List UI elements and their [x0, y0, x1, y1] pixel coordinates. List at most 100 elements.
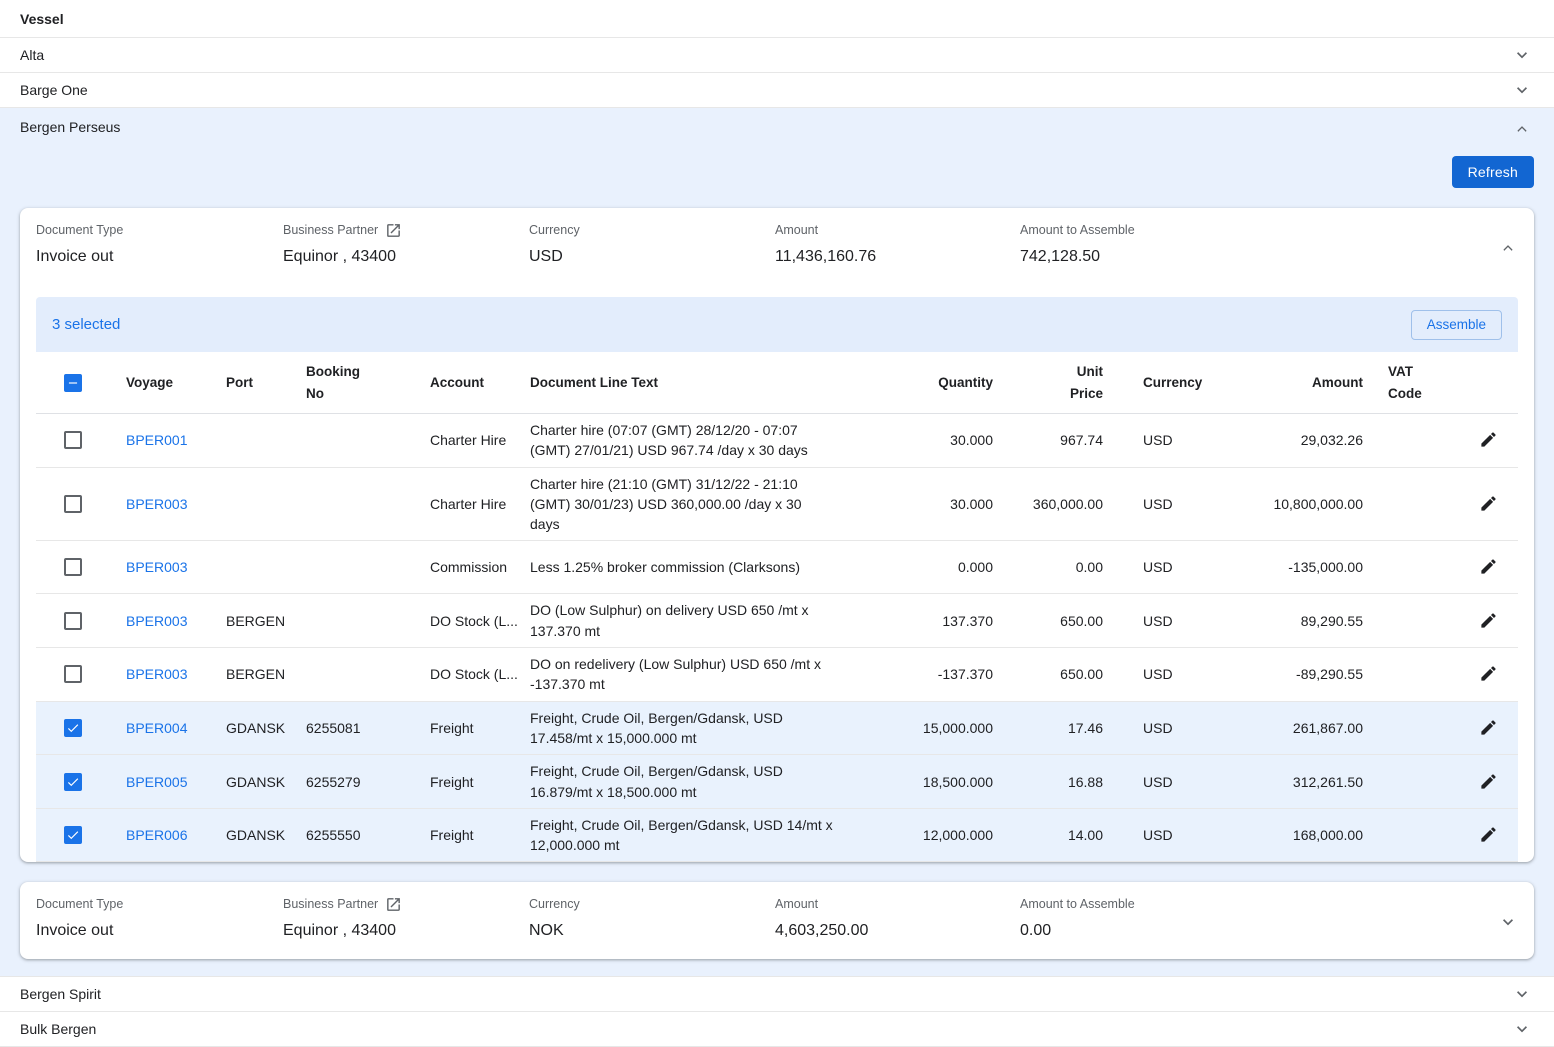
edit-line-button[interactable]: [1477, 770, 1500, 793]
field-amount: Amount 4,603,250.00: [775, 895, 1020, 940]
cell-account: Charter Hire: [430, 490, 530, 518]
cell-unit-price: 967.74: [993, 426, 1103, 454]
cell-document-line-text: DO on redelivery (Low Sulphur) USD 650 /…: [530, 648, 873, 701]
voyage-link[interactable]: BPER006: [126, 827, 187, 843]
chevron-down-icon: [1512, 1019, 1532, 1039]
row-checkbox[interactable]: [64, 826, 82, 844]
header-port: Port: [226, 369, 306, 396]
cell-quantity: -137.370: [873, 660, 993, 688]
cell-vat-code: [1363, 829, 1458, 841]
chevron-down-icon: [1512, 80, 1532, 100]
table-row: BPER003 Commission Less 1.25% broker com…: [36, 541, 1518, 594]
currency-value: NOK: [529, 922, 775, 940]
cell-booking-no: 6255279: [306, 768, 430, 796]
cell-vat-code: [1363, 498, 1458, 510]
accordion-item-bergen-spirit[interactable]: Bergen Spirit: [0, 977, 1554, 1012]
cell-port: GDANSK: [226, 714, 306, 742]
line-items-table: Voyage Port Booking No Account Document …: [36, 352, 1518, 862]
voyage-link[interactable]: BPER005: [126, 774, 187, 790]
cell-unit-price: 0.00: [993, 553, 1103, 581]
cell-document-line-text: Freight, Crude Oil, Bergen/Gdansk, USD 1…: [530, 809, 873, 862]
accordion-item-barge-one[interactable]: Barge One: [0, 73, 1554, 108]
row-checkbox[interactable]: [64, 495, 82, 513]
field-currency: Currency USD: [529, 221, 775, 266]
cell-booking-no: 6255550: [306, 821, 430, 849]
voyage-link[interactable]: BPER003: [126, 559, 187, 575]
cell-unit-price: 14.00: [993, 821, 1103, 849]
row-checkbox[interactable]: [64, 558, 82, 576]
cell-port: GDANSK: [226, 768, 306, 796]
row-checkbox[interactable]: [64, 431, 82, 449]
cell-quantity: 12,000.000: [873, 821, 993, 849]
voyage-link[interactable]: BPER003: [126, 496, 187, 512]
amount-to-assemble-value: 0.00: [1020, 922, 1488, 940]
amount-to-assemble-label: Amount to Assemble: [1020, 221, 1488, 239]
cell-quantity: 30.000: [873, 426, 993, 454]
assemble-button[interactable]: Assemble: [1411, 310, 1502, 340]
cell-quantity: 137.370: [873, 607, 993, 635]
cell-port: [226, 561, 306, 573]
cell-account: Commission: [430, 553, 530, 581]
pencil-icon: [1479, 611, 1498, 630]
header-currency: Currency: [1103, 369, 1183, 396]
collapse-card-icon[interactable]: [1498, 238, 1518, 258]
row-checkbox[interactable]: [64, 612, 82, 630]
cell-document-line-text: Freight, Crude Oil, Bergen/Gdansk, USD 1…: [530, 755, 873, 808]
refresh-button[interactable]: Refresh: [1452, 156, 1534, 188]
row-checkbox[interactable]: [64, 665, 82, 683]
open-in-new-icon[interactable]: [385, 896, 402, 913]
cell-currency: USD: [1103, 490, 1183, 518]
voyage-link[interactable]: BPER004: [126, 720, 187, 736]
field-business-partner: Business Partner Equinor , 43400: [283, 221, 529, 266]
open-in-new-icon[interactable]: [385, 222, 402, 239]
cell-account: Freight: [430, 714, 530, 742]
edit-line-button[interactable]: [1477, 609, 1500, 632]
header-vat-code: VAT Code: [1388, 361, 1446, 404]
select-all-checkbox[interactable]: [64, 374, 82, 392]
cell-currency: USD: [1103, 607, 1183, 635]
cell-currency: USD: [1103, 553, 1183, 581]
edit-line-button[interactable]: [1477, 555, 1500, 578]
edit-line-button[interactable]: [1477, 428, 1500, 451]
cell-unit-price: 16.88: [993, 768, 1103, 796]
vessel-list-header: Vessel: [0, 0, 1554, 38]
chevron-down-icon: [1512, 45, 1532, 65]
document-type-label: Document Type: [36, 895, 283, 913]
amount-to-assemble-label: Amount to Assemble: [1020, 895, 1488, 913]
voyage-link[interactable]: BPER003: [126, 613, 187, 629]
header-unit-price: Unit Price: [1045, 361, 1103, 404]
cell-account: Freight: [430, 821, 530, 849]
document-card-nok: Document Type Invoice out Business Partn…: [20, 882, 1534, 959]
cell-port: BERGEN: [226, 660, 306, 688]
row-checkbox[interactable]: [64, 773, 82, 791]
cell-account: DO Stock (L...: [430, 607, 530, 635]
chevron-down-icon: [1512, 984, 1532, 1004]
header-amount: Amount: [1183, 369, 1363, 396]
accordion-item-alta[interactable]: Alta: [0, 38, 1554, 73]
cell-quantity: 18,500.000: [873, 768, 993, 796]
accordion-label: Barge One: [20, 82, 88, 98]
edit-line-button[interactable]: [1477, 716, 1500, 739]
amount-value: 4,603,250.00: [775, 922, 1020, 940]
edit-line-button[interactable]: [1477, 492, 1500, 515]
voyage-link[interactable]: BPER003: [126, 666, 187, 682]
cell-account: Freight: [430, 768, 530, 796]
edit-line-button[interactable]: [1477, 823, 1500, 846]
accordion-item-bergen-perseus[interactable]: Bergen Perseus: [0, 108, 1554, 139]
expand-card-icon[interactable]: [1498, 912, 1518, 932]
cell-port: [226, 434, 306, 446]
cell-account: DO Stock (L...: [430, 660, 530, 688]
business-partner-label: Business Partner: [283, 223, 378, 237]
currency-value: USD: [529, 248, 775, 266]
amount-label: Amount: [775, 895, 1020, 913]
edit-line-button[interactable]: [1477, 662, 1500, 685]
accordion-label: Bergen Perseus: [20, 119, 120, 135]
field-business-partner: Business Partner Equinor , 43400: [283, 895, 529, 940]
table-row: BPER004 GDANSK 6255081 Freight Freight, …: [36, 702, 1518, 756]
header-document-line-text: Document Line Text: [530, 369, 873, 396]
cell-booking-no: [306, 668, 430, 680]
pencil-icon: [1479, 772, 1498, 791]
voyage-link[interactable]: BPER001: [126, 432, 187, 448]
row-checkbox[interactable]: [64, 719, 82, 737]
table-row: BPER003 Charter Hire Charter hire (21:10…: [36, 468, 1518, 542]
